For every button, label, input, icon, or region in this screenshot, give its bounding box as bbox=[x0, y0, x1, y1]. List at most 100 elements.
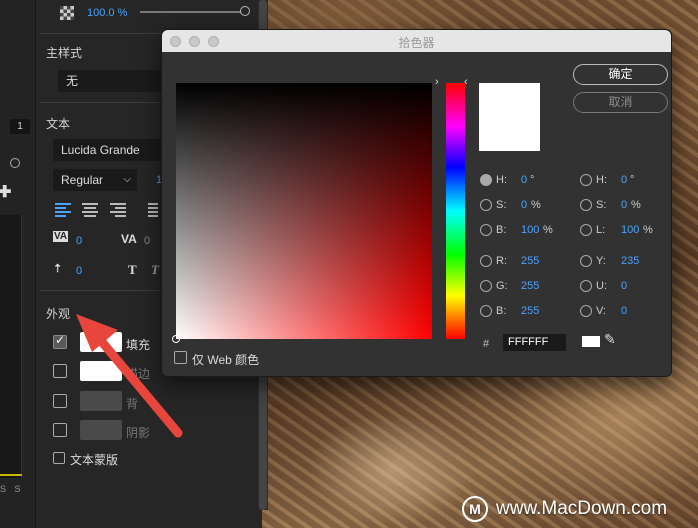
left-number-field[interactable]: 1 bbox=[10, 119, 30, 134]
radio-hsb-b[interactable] bbox=[480, 224, 492, 236]
rgb-b-value[interactable]: 255 bbox=[521, 305, 539, 317]
radio-hsl-s[interactable] bbox=[580, 199, 592, 211]
master-style-title: 主样式 bbox=[46, 46, 83, 60]
stroke-checkbox[interactable] bbox=[53, 364, 67, 378]
hsl-l-value[interactable]: 100 bbox=[621, 224, 639, 236]
timeline-marker bbox=[0, 474, 22, 476]
text-mask-label: 文本蒙版 bbox=[70, 453, 119, 467]
hue-slider[interactable] bbox=[446, 83, 465, 339]
hsl-h-value[interactable]: 0 bbox=[621, 174, 627, 186]
align-center-icon[interactable] bbox=[82, 203, 98, 217]
justify-icon[interactable] bbox=[148, 203, 158, 217]
add-icon[interactable]: ✚ bbox=[0, 182, 11, 202]
web-colors-only-label: 仅 Web 颜色 bbox=[192, 353, 260, 367]
hsl-h-label: H: bbox=[596, 174, 607, 186]
fill-color-swatch[interactable] bbox=[80, 332, 122, 352]
hsb-h-unit: ° bbox=[530, 174, 535, 186]
kerning-icon: VA bbox=[53, 231, 69, 242]
radio-yuv-v[interactable] bbox=[580, 305, 592, 317]
baseline-value[interactable]: 0 bbox=[76, 265, 82, 277]
appearance-title: 外观 bbox=[46, 307, 71, 321]
opacity-slider-knob[interactable] bbox=[240, 6, 250, 16]
opacity-value[interactable]: 100.0 % bbox=[87, 7, 127, 19]
font-family-dropdown[interactable]: Lucida Grande bbox=[53, 139, 161, 161]
background-color-swatch[interactable] bbox=[80, 391, 122, 411]
hsl-s-label: S: bbox=[596, 199, 607, 211]
web-colors-only-checkbox[interactable] bbox=[174, 351, 187, 364]
hsl-s-unit: % bbox=[631, 199, 641, 211]
radio-rgb-r[interactable] bbox=[480, 255, 492, 267]
radio-yuv-y[interactable] bbox=[580, 255, 592, 267]
hsb-h-label: H: bbox=[496, 174, 507, 186]
watermark-text: www.MacDown.com bbox=[496, 498, 668, 519]
rgb-g-value[interactable]: 255 bbox=[521, 280, 539, 292]
opacity-checker-icon bbox=[60, 6, 74, 20]
ok-button[interactable]: 确定 bbox=[573, 64, 668, 85]
radio-hsl-l[interactable] bbox=[580, 224, 592, 236]
hsb-b-value[interactable]: 100 bbox=[521, 224, 539, 236]
hue-slider-arrow-right[interactable]: ‹ bbox=[464, 76, 468, 88]
hsb-s-value[interactable]: 0 bbox=[521, 199, 527, 211]
kerning-value[interactable]: 0 bbox=[76, 235, 82, 247]
tracking-value[interactable]: 0 bbox=[144, 235, 150, 247]
yuv-v-label: V: bbox=[596, 305, 606, 317]
hsb-h-value[interactable]: 0 bbox=[521, 174, 527, 186]
faux-italic-icon[interactable]: T bbox=[151, 262, 159, 278]
hsb-s-label: S: bbox=[496, 199, 507, 211]
dialog-title: 拾色器 bbox=[398, 36, 435, 50]
radio-yuv-u[interactable] bbox=[580, 280, 592, 292]
rgb-r-value[interactable]: 255 bbox=[521, 255, 539, 267]
font-style-value: Regular bbox=[61, 173, 104, 187]
text-section-title: 文本 bbox=[46, 117, 71, 131]
color-swatch-small bbox=[582, 336, 600, 347]
color-picker-dialog: 拾色器 › ‹ 确定 取消 H: 0 ° S: 0 % B: 100 % R: … bbox=[161, 29, 672, 377]
shadow-checkbox[interactable] bbox=[53, 423, 67, 437]
cancel-button[interactable]: 取消 bbox=[573, 92, 668, 113]
chevron-down-icon: ⌵ bbox=[123, 174, 131, 185]
radio-rgb-g[interactable] bbox=[480, 280, 492, 292]
text-mask-checkbox[interactable] bbox=[53, 452, 65, 464]
font-style-dropdown[interactable]: Regular ⌵ bbox=[53, 169, 137, 191]
faux-bold-icon[interactable]: T bbox=[128, 262, 137, 278]
timeline-strip bbox=[0, 215, 22, 478]
master-style-dropdown[interactable]: 无 bbox=[58, 70, 161, 92]
hex-prefix: # bbox=[483, 338, 490, 350]
dialog-titlebar[interactable]: 拾色器 bbox=[162, 30, 671, 52]
align-right-icon[interactable] bbox=[110, 203, 126, 217]
hue-slider-arrow-left[interactable]: › bbox=[435, 76, 439, 88]
yuv-y-value[interactable]: 235 bbox=[621, 255, 639, 267]
opacity-slider-track[interactable] bbox=[140, 11, 244, 13]
stroke-color-swatch[interactable] bbox=[80, 361, 122, 381]
new-color-preview bbox=[479, 83, 540, 151]
watermark-logo: M bbox=[462, 496, 488, 522]
saturation-brightness-field[interactable] bbox=[176, 83, 432, 339]
left-slider-knob[interactable] bbox=[10, 158, 20, 168]
background-checkbox[interactable] bbox=[53, 394, 67, 408]
radio-rgb-b[interactable] bbox=[480, 305, 492, 317]
left-edge-panel: 1 ✚ S S bbox=[0, 0, 36, 528]
hsl-l-unit: % bbox=[643, 224, 653, 236]
hsl-l-label: L: bbox=[596, 224, 606, 236]
align-left-icon[interactable] bbox=[55, 203, 71, 217]
hsl-h-unit: ° bbox=[630, 174, 635, 186]
eyedropper-icon[interactable]: ✎ bbox=[604, 331, 616, 348]
fill-checkbox[interactable] bbox=[53, 333, 67, 349]
shadow-color-swatch[interactable] bbox=[80, 420, 122, 440]
master-style-value: 无 bbox=[66, 74, 79, 88]
watermark: M www.MacDown.com bbox=[462, 496, 667, 522]
color-field-marker[interactable] bbox=[172, 335, 180, 343]
hsl-s-value[interactable]: 0 bbox=[621, 199, 627, 211]
hsb-s-unit: % bbox=[531, 199, 541, 211]
fill-label: 填充 bbox=[126, 338, 151, 352]
radio-hsb-s[interactable] bbox=[480, 199, 492, 211]
radio-hsl-h[interactable] bbox=[580, 174, 592, 186]
yuv-u-value[interactable]: 0 bbox=[621, 280, 627, 292]
rgb-b-label: B: bbox=[496, 305, 507, 317]
rgb-r-label: R: bbox=[496, 255, 507, 267]
yuv-v-value[interactable]: 0 bbox=[621, 305, 627, 317]
hex-input[interactable]: FFFFFF bbox=[503, 334, 566, 351]
tracking-icon: VA bbox=[121, 232, 137, 246]
baseline-shift-icon: ⇡ bbox=[53, 263, 63, 275]
radio-hsb-h[interactable] bbox=[480, 174, 492, 186]
rgb-g-label: G: bbox=[496, 280, 508, 292]
